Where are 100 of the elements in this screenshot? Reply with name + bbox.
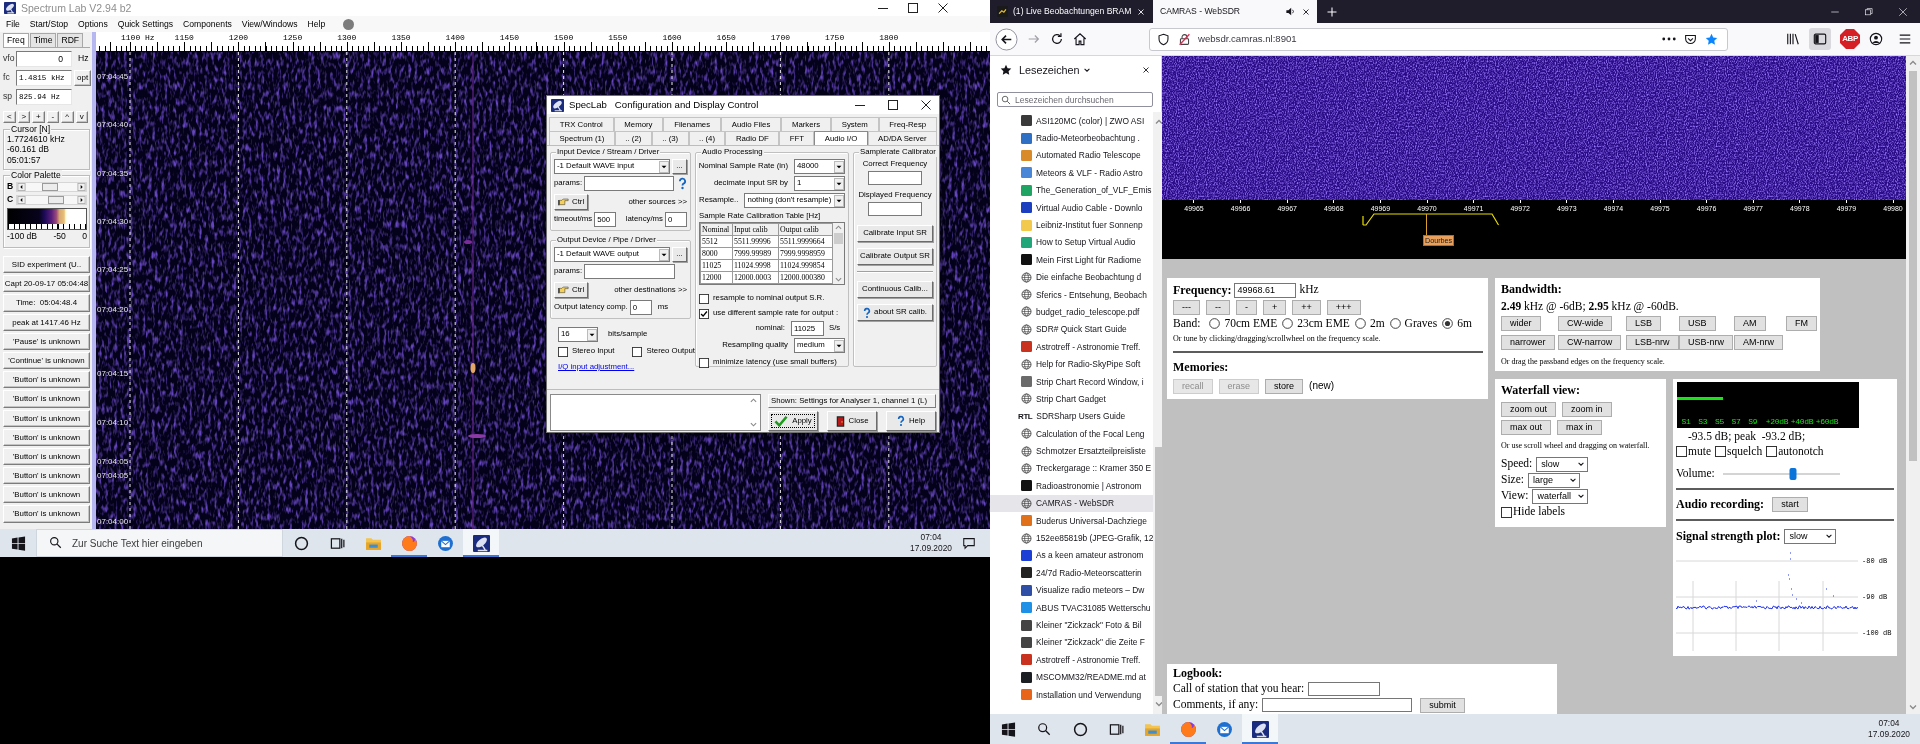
bookmark-item[interactable]: Virtual Audio Cable - Downlo [990,198,1154,217]
menu-icon[interactable] [1898,32,1912,46]
mode-button[interactable]: FM [1786,316,1817,331]
maximize-icon[interactable] [888,100,898,110]
bookmark-item[interactable]: Calculation of the Focal Leng [990,425,1154,443]
close-icon[interactable] [921,100,931,110]
slider-thumb[interactable] [1789,467,1797,480]
bookmark-item[interactable]: 152ee85819b (JPEG-Grafik, 12 [990,529,1154,547]
step-button[interactable]: --- [1173,300,1200,315]
plus-icon[interactable] [1326,5,1338,18]
speaker-icon[interactable] [1285,6,1296,17]
mode-button[interactable]: CW-wide [1558,316,1613,331]
circle-icon[interactable] [1072,721,1088,737]
step-button[interactable]: -- [1206,300,1230,315]
bookmark-item[interactable]: RTL SDRSharp Users Guide [990,407,1154,426]
text-field[interactable] [1308,682,1381,696]
frequency-field[interactable]: 49968.61 [1234,282,1297,298]
checkbox[interactable] [1715,446,1726,457]
bookmark-item[interactable]: Sferics - Entsehung, Beobach [990,285,1154,304]
zoom-button[interactable]: max out [1501,420,1551,435]
scroll-right-icon[interactable] [77,183,86,191]
scroll-down-icon[interactable] [750,421,757,428]
checkbox[interactable] [558,346,568,357]
bookmark-item[interactable]: MSCOMM32/README.md at [990,668,1154,686]
radio-button[interactable] [1442,318,1454,329]
maximize-icon[interactable] [908,3,918,13]
checkbox[interactable] [1501,506,1512,518]
menu-item[interactable]: File [6,18,20,30]
notification-icon[interactable] [962,536,976,550]
bookmark-item[interactable]: Treckergarage :: Kramer 350 E [990,459,1154,478]
step-button[interactable]: ^ [61,111,74,123]
dropdown-select[interactable]: slow [1784,528,1837,544]
bookmark-item[interactable]: Mein First Light für Radiome [990,251,1154,269]
shield-icon[interactable] [1157,32,1170,46]
step-button[interactable]: - [1236,300,1257,315]
address-bar[interactable]: websdr.camras.nl:8901 [1149,27,1728,51]
menu-item[interactable]: Options [78,18,108,30]
checkbox[interactable] [699,293,709,304]
checkbox[interactable] [1766,446,1778,457]
checkbox[interactable] [632,346,643,357]
bookmark-item[interactable]: Leibniz-Institut fuer Sonnenp [990,216,1154,234]
slider-thumb[interactable] [42,183,59,191]
taskbar-button[interactable] [463,529,499,557]
bookmark-item[interactable]: ABUS TVAC31085 Wetterschu [990,598,1154,617]
scroll-left-icon[interactable] [17,183,26,191]
bookmark-item[interactable]: Visualize radio meteors – Dw [990,581,1154,599]
home-icon[interactable] [1073,32,1087,46]
close-icon[interactable] [1136,6,1147,17]
bookmark-item[interactable]: How to Setup Virtual Audio [990,233,1154,252]
search-icon[interactable] [1037,722,1051,736]
bookmark-item[interactable]: 24/7d Radio-Meteorscatterin [990,564,1154,582]
scroll-down-icon[interactable] [1155,700,1164,708]
scrollbar[interactable] [1906,56,1920,714]
submit-button[interactable]: submit [1420,697,1465,713]
bookmark-item[interactable]: Strip Chart Record Window, i [990,372,1154,391]
bookmark-item[interactable]: As a keen amateur astronom [990,546,1154,565]
menu-item[interactable]: Components [183,18,232,30]
step-button[interactable]: - [46,111,59,123]
bookmark-item[interactable]: Help for Radio-SkyPipe Soft [990,355,1154,373]
mode-button[interactable]: LSB-nrw [1626,335,1679,350]
scroll-thumb[interactable] [1909,71,1917,461]
radio-button[interactable] [1389,318,1401,329]
mode-button[interactable]: CW-narrow [1558,335,1622,350]
taskbar-button[interactable] [1242,714,1278,744]
account-icon[interactable] [1869,32,1883,46]
frequency-field[interactable] [868,171,922,185]
scroll-right-icon[interactable] [77,196,86,204]
pocket-icon[interactable] [1684,32,1697,46]
bookmark-item[interactable]: Astrotreff - Astronomie Treff. [990,338,1154,356]
star-icon[interactable] [1705,32,1718,46]
mode-button[interactable]: USB-nrw [1679,335,1733,350]
bookmark-item[interactable]: Kleiner "Zickzack" Foto & Bil [990,616,1154,634]
dropdown-select[interactable]: large [1528,472,1580,488]
zoom-button[interactable]: max in [1557,420,1602,435]
view-tab[interactable]: Freq [3,33,29,47]
bookmark-item[interactable]: Installation und Verwendung [990,685,1154,704]
start-button[interactable]: start [1772,497,1808,512]
mode-button[interactable]: USB [1679,316,1716,331]
scroll-left-icon[interactable] [17,196,26,204]
zoom-button[interactable]: zoom in [1562,402,1612,417]
view-tab[interactable]: RDF [57,33,84,47]
menu-item[interactable]: Help [307,18,326,30]
mode-button[interactable]: AM [1734,316,1766,331]
bookmark-item[interactable]: Meteors & VLF - Radio Astro [990,164,1154,182]
radio-button[interactable] [1354,318,1366,329]
task-view-icon[interactable] [1108,721,1124,737]
scroll-up-icon[interactable] [1155,118,1164,126]
checkbox[interactable] [699,308,709,319]
checkbox[interactable] [699,357,709,368]
params-field[interactable] [584,176,674,191]
view-tab[interactable]: Time [29,33,57,47]
circle-icon[interactable] [293,535,309,551]
dropdown-select[interactable]: slow [1536,456,1589,472]
library-icon[interactable] [1786,32,1800,46]
mode-button[interactable]: AM-nrw [1734,335,1783,350]
bookmark-item[interactable]: Strip Chart Gadget [990,390,1154,408]
scrollbar[interactable] [833,223,844,284]
restore-icon[interactable] [1864,6,1874,17]
value-field[interactable]: 0 [16,51,72,67]
more-icon[interactable] [1662,37,1676,41]
